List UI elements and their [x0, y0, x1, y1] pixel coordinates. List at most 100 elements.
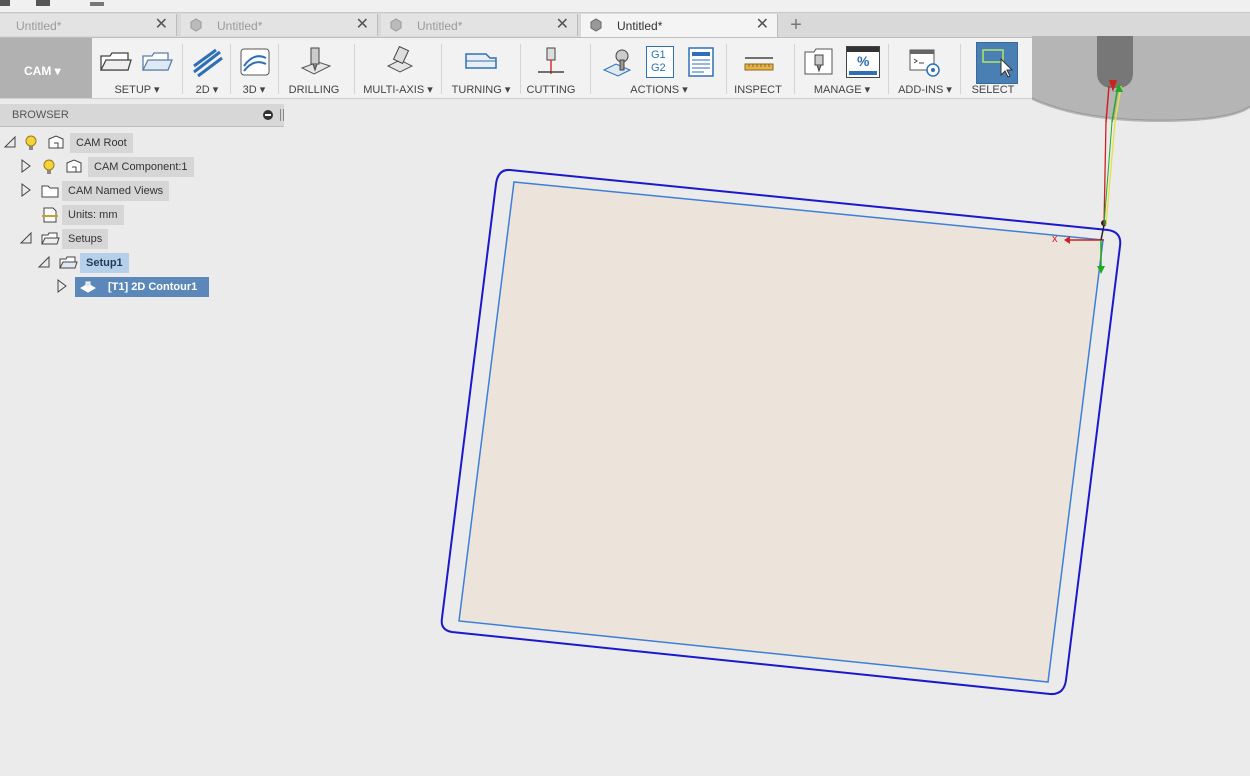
percent-label: % — [857, 53, 870, 69]
inspect-group[interactable]: INSPECT — [730, 38, 786, 98]
save-icon[interactable] — [90, 2, 104, 6]
tab-document-2[interactable]: Untitled* ✕ — [181, 14, 378, 36]
tree-node-setup1[interactable]: Setup1 — [0, 253, 284, 273]
3d-toolpath-icon — [240, 48, 270, 76]
operation-icon — [79, 281, 97, 293]
collapsed-triangle-icon[interactable] — [19, 183, 33, 197]
setups-folder-icon — [41, 232, 60, 245]
turning-group[interactable]: TURNING ▾ — [446, 38, 516, 98]
add-ins-group-label: ADD-INS ▾ — [898, 84, 952, 96]
component-icon — [48, 135, 64, 149]
tree-node-cam-root[interactable]: CAM Root — [0, 133, 284, 153]
stock-face — [458, 181, 1104, 683]
divider — [520, 44, 521, 94]
document-icon — [42, 207, 58, 223]
workspace-switcher[interactable]: CAM ▾ — [0, 38, 92, 98]
collapsed-triangle-icon[interactable] — [19, 159, 33, 173]
tree-node-cam-component[interactable]: CAM Component:1 — [0, 157, 284, 177]
expanded-triangle-icon[interactable] — [37, 255, 51, 269]
simulate-icon — [602, 49, 632, 77]
document-tab-bar: Untitled* ✕ Untitled* ✕ Untitled* ✕ Unti… — [0, 13, 1250, 38]
tree-label: Setups — [62, 229, 109, 249]
visibility-bulb-icon[interactable] — [40, 158, 58, 176]
g2-label: G2 — [651, 62, 666, 74]
divider — [441, 44, 442, 94]
cutting-group[interactable]: CUTTING — [524, 38, 578, 98]
divider — [182, 44, 183, 94]
select-group[interactable]: SELECT — [966, 38, 1020, 98]
drilling-group[interactable]: DRILLING — [282, 38, 346, 98]
setup-group[interactable]: SETUP ▾ — [96, 38, 178, 98]
browser-title: BROWSER — [12, 109, 69, 121]
new-tab-button[interactable]: + — [786, 13, 806, 37]
multi-axis-icon — [386, 46, 414, 73]
tab-close-button[interactable]: ✕ — [356, 16, 369, 34]
component-icon — [590, 18, 602, 32]
expanded-triangle-icon[interactable] — [3, 135, 17, 149]
turning-group-label: TURNING ▾ — [451, 84, 511, 96]
2d-group[interactable]: 2D ▾ — [186, 38, 228, 98]
tab-document-3[interactable]: Untitled* ✕ — [381, 14, 578, 36]
setup-sheet-icon — [688, 47, 714, 77]
cutting-group-label: CUTTING — [526, 84, 576, 96]
app-menu-icon[interactable] — [0, 0, 10, 6]
post-process-icon: G1 G2 — [646, 46, 674, 78]
g1-label: G1 — [651, 49, 666, 61]
tree-node-named-views[interactable]: CAM Named Views — [0, 181, 284, 201]
panel-grip-icon[interactable] — [280, 109, 284, 121]
divider — [794, 44, 795, 94]
3d-group-label: 3D ▾ — [242, 84, 266, 96]
visibility-bulb-icon[interactable] — [22, 134, 40, 152]
manage-group[interactable]: % MANAGE ▾ — [800, 38, 884, 98]
divider — [726, 44, 727, 94]
expanded-triangle-icon[interactable] — [19, 231, 33, 245]
file-icon[interactable] — [36, 0, 50, 6]
post-library-icon: % — [846, 46, 880, 78]
tree-node-units[interactable]: Units: mm — [0, 205, 284, 225]
drilling-group-label: DRILLING — [288, 84, 340, 96]
tree-node-setups[interactable]: Setups — [0, 229, 284, 249]
2d-toolpath-icon — [193, 48, 223, 78]
workspace-label: CAM ▾ — [24, 64, 61, 78]
tree-node-2d-contour[interactable]: [T1] 2D Contour1 — [0, 277, 284, 297]
component-icon — [66, 159, 82, 173]
tab-label: Untitled* — [417, 19, 463, 33]
tree-label: CAM Named Views — [62, 181, 170, 201]
drill-icon — [300, 47, 332, 75]
3d-group[interactable]: 3D ▾ — [234, 38, 274, 98]
tab-close-button[interactable]: ✕ — [155, 16, 168, 34]
select-group-label: SELECT — [971, 84, 1015, 96]
tree-label: [T1] 2D Contour1 — [108, 281, 198, 293]
ribbon-toolbar: CAM ▾ SETUP ▾ 2D ▾ 3D ▾ DRILLING MULTI-A… — [0, 38, 1032, 99]
divider — [354, 44, 355, 94]
browser-panel-header: BROWSER — [0, 104, 284, 127]
setup-group-label: SETUP ▾ — [114, 84, 160, 96]
divider — [278, 44, 279, 94]
turning-icon — [465, 53, 497, 69]
tree-label: CAM Component:1 — [88, 157, 194, 177]
add-ins-group[interactable]: ADD-INS ▾ — [894, 38, 956, 98]
inspect-group-label: INSPECT — [734, 84, 782, 96]
divider — [590, 44, 591, 94]
measure-icon — [744, 57, 774, 71]
divider — [888, 44, 889, 94]
multi-axis-group[interactable]: MULTI-AXIS ▾ — [360, 38, 436, 98]
tab-close-button[interactable]: ✕ — [556, 16, 569, 34]
actions-group[interactable]: G1 G2 ACTIONS ▾ — [596, 38, 722, 98]
collapse-icon[interactable] — [263, 110, 273, 120]
tab-label: Untitled* — [617, 19, 663, 33]
tool-library-icon — [804, 48, 833, 75]
collapsed-triangle-icon[interactable] — [55, 279, 69, 293]
2d-group-label: 2D ▾ — [195, 84, 219, 96]
component-icon — [190, 18, 202, 32]
tab-document-4-active[interactable]: Untitled* ✕ — [581, 14, 778, 37]
tree-label: Units: mm — [62, 205, 124, 225]
quick-access-bar — [0, 0, 1250, 13]
tab-close-button[interactable]: ✕ — [756, 16, 769, 34]
folder-icon — [41, 185, 59, 198]
tab-document-1[interactable]: Untitled* ✕ — [0, 14, 177, 36]
new-setup-icon — [99, 52, 132, 71]
tool-axis-lines — [1103, 122, 1116, 226]
tree-label: Setup1 — [80, 253, 129, 273]
scripts-icon — [909, 49, 940, 77]
